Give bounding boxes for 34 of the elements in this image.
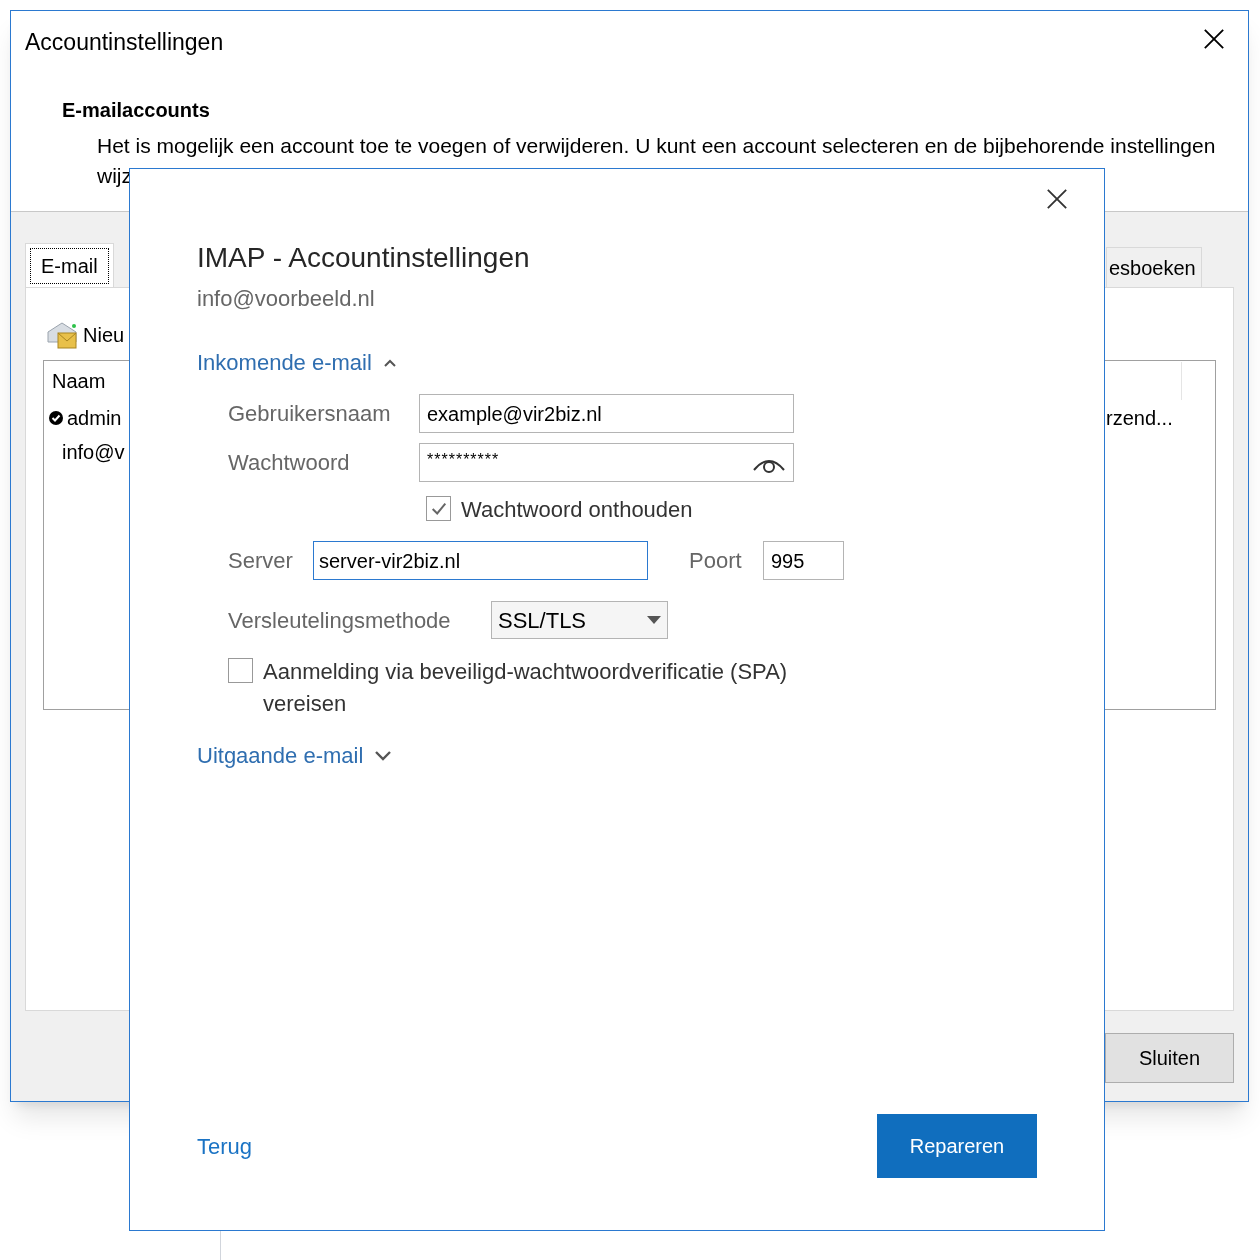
username-field[interactable]: example@vir2biz.nl — [419, 394, 794, 433]
section-heading: E-mailaccounts — [62, 98, 210, 123]
account-name[interactable]: admin — [67, 403, 122, 433]
port-field[interactable]: 995 — [763, 541, 844, 580]
description-text: Het is mogelijk een account toe te voegen of verwijderen. U kunt een account selecteren en de bijbehorende instellingen wijz — [97, 133, 1217, 189]
field-label: Wachtwoord — [228, 449, 351, 477]
checkbox[interactable] — [426, 496, 451, 521]
section-toggle[interactable]: Uitgaande e-mail — [197, 741, 392, 771]
back-link[interactable]: Terug — [197, 1129, 253, 1163]
dialog-title: IMAP - Accountinstellingen — [197, 241, 531, 275]
field-label: Poort — [689, 547, 743, 575]
field-label: Server — [228, 547, 294, 575]
password-field[interactable]: ********** — [419, 443, 794, 482]
dropdown-arrow-icon — [647, 616, 661, 624]
checkbox[interactable] — [228, 658, 253, 683]
close-button[interactable]: Sluiten — [1105, 1033, 1234, 1083]
field-label: Versleutelingsmethode — [228, 606, 452, 635]
tab[interactable]: E-mail — [25, 243, 114, 287]
table-cell-text: rzend... — [1106, 406, 1174, 431]
encryption-dropdown[interactable]: SSL/TLS — [491, 601, 668, 639]
window-title: Accountinstellingen — [25, 28, 224, 57]
close-icon[interactable] — [1203, 28, 1225, 50]
new-account-button[interactable]: Nieu — [83, 320, 125, 350]
section-toggle[interactable]: Inkomende e-mail — [197, 348, 396, 378]
server-field[interactable]: server-vir2biz.nl — [313, 541, 648, 580]
checkbox-label: Aanmelding via beveiligd-wachtwoordverificatie (SPA) vereisen — [263, 658, 789, 718]
close-icon[interactable] — [1046, 188, 1068, 210]
account-email: info@voorbeeld.nl — [197, 285, 376, 313]
field-label: Gebruikersnaam — [228, 400, 392, 428]
column-header: Naam — [51, 369, 107, 394]
account-name[interactable]: info@v — [62, 437, 125, 467]
repair-button[interactable]: Repareren — [877, 1114, 1037, 1178]
checkbox-label: Wachtwoord onthouden — [461, 496, 693, 524]
tab[interactable]: esboeken — [1106, 247, 1202, 287]
